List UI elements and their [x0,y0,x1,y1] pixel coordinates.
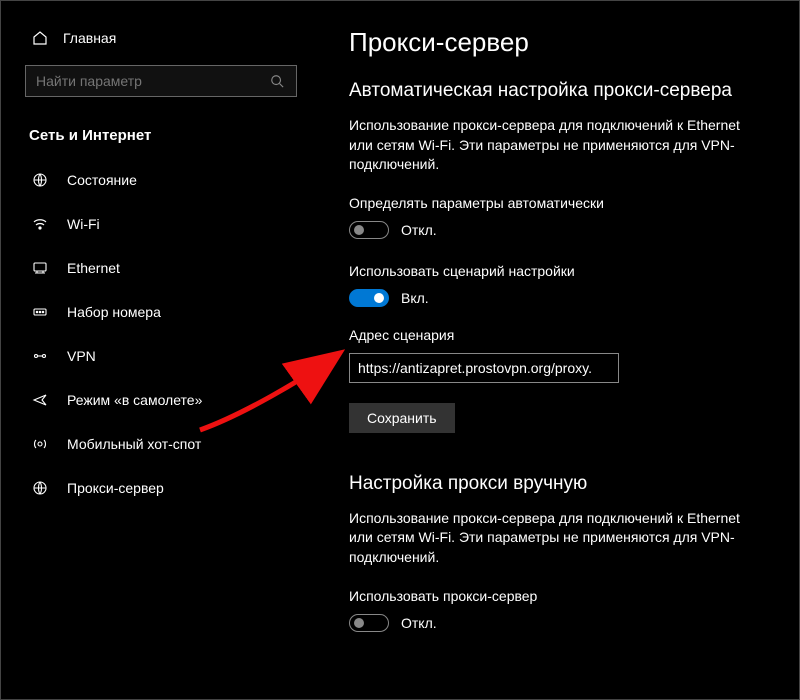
script-label: Использовать сценарий настройки [349,263,748,279]
sidebar-item-proxy[interactable]: Прокси-сервер [1,466,321,510]
main-content: Прокси-сервер Автоматическая настройка п… [321,1,776,699]
address-label: Адрес сценария [349,327,748,343]
status-icon [31,171,49,189]
dialup-icon [31,303,49,321]
sidebar-item-wifi[interactable]: Wi-Fi [1,202,321,246]
script-toggle[interactable] [349,289,389,307]
ethernet-icon [31,259,49,277]
search-input[interactable] [36,73,268,89]
detect-state: Откл. [401,222,437,238]
proxy-icon [31,479,49,497]
page-title: Прокси-сервер [349,27,748,58]
hotspot-icon [31,435,49,453]
airplane-icon [31,391,49,409]
home-link[interactable]: Главная [1,19,321,61]
use-proxy-label: Использовать прокси-сервер [349,588,748,604]
detect-label: Определять параметры автоматически [349,195,748,211]
manual-description: Использование прокси-сервера для подключ… [349,509,748,568]
auto-heading: Автоматическая настройка прокси-сервера [349,80,748,102]
sidebar-item-label: Wi-Fi [67,216,100,232]
sidebar-item-label: Состояние [67,172,137,188]
home-label: Главная [63,30,116,46]
section-title: Сеть и Интернет [1,119,321,158]
use-proxy-toggle[interactable] [349,614,389,632]
sidebar-item-vpn[interactable]: VPN [1,334,321,378]
search-box[interactable] [25,65,297,97]
sidebar-item-label: Ethernet [67,260,120,276]
script-state: Вкл. [401,290,429,306]
sidebar-item-label: Прокси-сервер [67,480,164,496]
script-address-input[interactable] [349,353,619,383]
sidebar-item-label: Набор номера [67,304,161,320]
sidebar-item-ethernet[interactable]: Ethernet [1,246,321,290]
sidebar-item-status[interactable]: Состояние [1,158,321,202]
wifi-icon [31,215,49,233]
sidebar-item-label: Режим «в самолете» [67,392,202,408]
sidebar: Главная Сеть и Интернет Состояние Wi-Fi [1,1,321,699]
sidebar-item-label: VPN [67,348,96,364]
save-button[interactable]: Сохранить [349,403,455,433]
auto-description: Использование прокси-сервера для подключ… [349,116,748,175]
sidebar-item-dialup[interactable]: Набор номера [1,290,321,334]
detect-toggle[interactable] [349,221,389,239]
sidebar-item-hotspot[interactable]: Мобильный хот-спот [1,422,321,466]
use-proxy-state: Откл. [401,615,437,631]
vpn-icon [31,347,49,365]
sidebar-item-label: Мобильный хот-спот [67,436,201,452]
home-icon [31,29,49,47]
search-icon [268,72,286,90]
manual-heading: Настройка прокси вручную [349,473,748,495]
sidebar-item-airplane[interactable]: Режим «в самолете» [1,378,321,422]
